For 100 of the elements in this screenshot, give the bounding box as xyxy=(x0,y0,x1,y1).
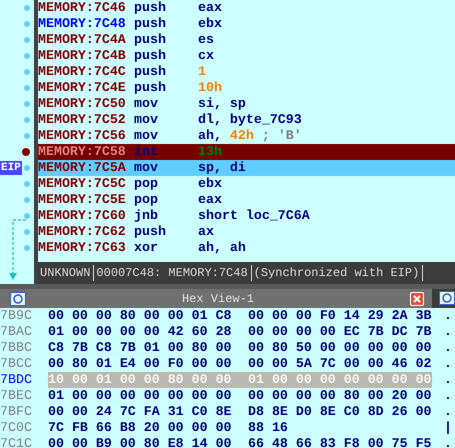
ascii-text: . xyxy=(444,324,453,340)
status-text: 00007C48: MEMORY:7C48 xyxy=(94,265,252,281)
hex-address: 7C0C xyxy=(0,420,33,436)
code-line[interactable]: MEMORY:7C52 mov dl, byte_7C93 xyxy=(38,112,455,128)
window-icon[interactable] xyxy=(439,291,455,305)
mnemonic-text: push xyxy=(134,16,167,32)
hex-bytes: 00 00 00 00 EC 7B DC 7B xyxy=(248,324,432,340)
ascii-text: . xyxy=(444,340,453,356)
operand-text: si, sp xyxy=(198,96,246,112)
mnemonic-text: push xyxy=(134,32,167,48)
line-dot-icon[interactable] xyxy=(24,197,30,203)
hex-bytes: 00 00 00 00 80 00 20 00 xyxy=(248,388,432,404)
code-line[interactable]: MEMORY:7C56 mov ah, 42h ; 'B' xyxy=(38,128,455,144)
mnemonic-text: mov xyxy=(134,112,159,128)
breakpoint-icon[interactable] xyxy=(22,148,30,156)
window-icon[interactable] xyxy=(10,292,26,306)
address-text: MEMORY:7C5E xyxy=(38,192,127,208)
line-dot-icon[interactable] xyxy=(24,101,30,107)
operand-text: ah, ah xyxy=(198,240,246,256)
mnemonic-text: push xyxy=(134,64,167,80)
operand-text: 10h xyxy=(198,80,222,96)
code-line[interactable]: MEMORY:7C4A push es xyxy=(38,32,455,48)
hex-address: 7BBC xyxy=(0,340,33,356)
hex-address: 7BFC xyxy=(0,404,33,420)
address-text: MEMORY:7C4A xyxy=(38,32,127,48)
hex-bytes: 00 00 00 80 00 00 01 C8 xyxy=(48,308,232,324)
code-line[interactable]: MEMORY:7C4C push 1 xyxy=(38,64,455,80)
code-line[interactable]: MEMORY:7C5C pop ebx xyxy=(38,176,455,192)
code-line[interactable]: MEMORY:7C5E pop eax xyxy=(38,192,455,208)
ascii-text: . xyxy=(444,404,453,420)
hex-bytes: 01 00 00 00 00 42 60 28 xyxy=(48,324,232,340)
code-line[interactable]: MEMORY:7C62 push ax xyxy=(38,224,455,240)
line-dot-icon[interactable] xyxy=(24,245,30,251)
code-line[interactable]: MEMORY:7C48 push ebx xyxy=(38,16,455,32)
mnemonic-text: pop xyxy=(134,192,159,208)
operand-text: ah, 42h ; 'B' xyxy=(198,128,302,144)
close-button[interactable] xyxy=(410,292,424,306)
hex-bytes: 01 00 00 00 00 00 00 00 xyxy=(48,388,232,404)
mnemonic-text: mov xyxy=(134,96,159,112)
hex-bytes: 88 16 xyxy=(248,420,288,436)
operand-text: sp, di xyxy=(198,160,246,176)
hex-address: 7BCC xyxy=(0,356,33,372)
address-text: MEMORY:7C48 xyxy=(38,16,127,32)
hex-bytes: 00 00 5A 7C 00 00 46 02 xyxy=(248,356,432,372)
hex-bytes: 00 00 B9 00 80 E8 14 00 xyxy=(48,436,232,448)
ascii-text: . xyxy=(444,372,453,388)
instruction-pointer-label: EIP xyxy=(0,161,22,175)
line-dot-icon[interactable] xyxy=(24,165,30,171)
address-text: MEMORY:7C4C xyxy=(38,64,127,80)
mnemonic-text: jnb xyxy=(134,208,159,224)
code-line[interactable]: MEMORY:7C4B push cx xyxy=(38,48,455,64)
line-dot-icon[interactable] xyxy=(24,133,30,139)
hex-bytes: 7C FB 66 B8 20 00 00 00 xyxy=(48,420,232,436)
status-text: UNKNOWN xyxy=(38,265,94,281)
line-dot-icon[interactable] xyxy=(24,21,30,27)
code-line[interactable]: MEMORY:7C46 push eax xyxy=(38,0,455,16)
address-text: MEMORY:7C46 xyxy=(38,0,127,16)
operand-text: short loc_7C6A xyxy=(198,208,310,224)
hex-bytes: 00 00 24 7C FA 31 C0 8E xyxy=(48,404,232,420)
code-line[interactable]: MEMORY:7C60 jnb short loc_7C6A xyxy=(38,208,455,224)
code-line[interactable]: MEMORY:7C4E push 10h xyxy=(38,80,455,96)
mnemonic-text: push xyxy=(134,48,167,64)
operand-text: ebx xyxy=(198,16,222,32)
mnemonic-text: mov xyxy=(134,160,159,176)
operand-text: ax xyxy=(198,224,214,240)
line-dot-icon[interactable] xyxy=(24,213,30,219)
line-dot-icon[interactable] xyxy=(24,229,30,235)
code-line[interactable]: MEMORY:7C63 xor ah, ah xyxy=(38,240,455,256)
mnemonic-text: xor xyxy=(134,240,159,256)
hex-bytes: C8 7B C8 7B 01 00 80 00 xyxy=(48,340,232,356)
hex-address: 7B9C xyxy=(0,308,33,324)
hex-address: 7BEC xyxy=(0,388,33,404)
operand-text: es xyxy=(198,32,214,48)
mnemonic-text: mov xyxy=(134,128,159,144)
code-line[interactable]: MEMORY:7C50 mov si, sp xyxy=(38,96,455,112)
ascii-text: . xyxy=(444,436,453,448)
line-dot-icon[interactable] xyxy=(24,53,30,59)
line-dot-icon[interactable] xyxy=(24,5,30,11)
hex-bytes: 00 80 50 00 00 00 00 00 xyxy=(248,340,432,356)
address-text: MEMORY:7C63 xyxy=(38,240,127,256)
line-dot-icon[interactable] xyxy=(24,37,30,43)
operand-text: cx xyxy=(198,48,214,64)
mnemonic-text: int xyxy=(134,144,159,160)
mnemonic-text: push xyxy=(134,0,167,16)
hex-address: 7BAC xyxy=(0,324,33,340)
hex-bytes: D8 8E D0 8E C0 8D 26 00 xyxy=(248,404,432,420)
address-text: MEMORY:7C4E xyxy=(38,80,127,96)
operand-text: 13h xyxy=(198,144,222,160)
operand-text: eax xyxy=(198,192,222,208)
ascii-text: | xyxy=(444,420,453,436)
operand-text: 1 xyxy=(198,64,206,80)
line-dot-icon[interactable] xyxy=(24,85,30,91)
line-dot-icon[interactable] xyxy=(24,69,30,75)
mnemonic-text: pop xyxy=(134,176,159,192)
hex-bytes: 00 80 01 E4 00 F0 00 00 xyxy=(48,356,232,372)
line-dot-icon[interactable] xyxy=(24,117,30,123)
line-dot-icon[interactable] xyxy=(24,181,30,187)
hex-address: 7BDC xyxy=(0,372,33,388)
hex-bytes: 66 48 66 83 F8 00 75 F5 xyxy=(248,436,432,448)
address-text: MEMORY:7C56 xyxy=(38,128,127,144)
